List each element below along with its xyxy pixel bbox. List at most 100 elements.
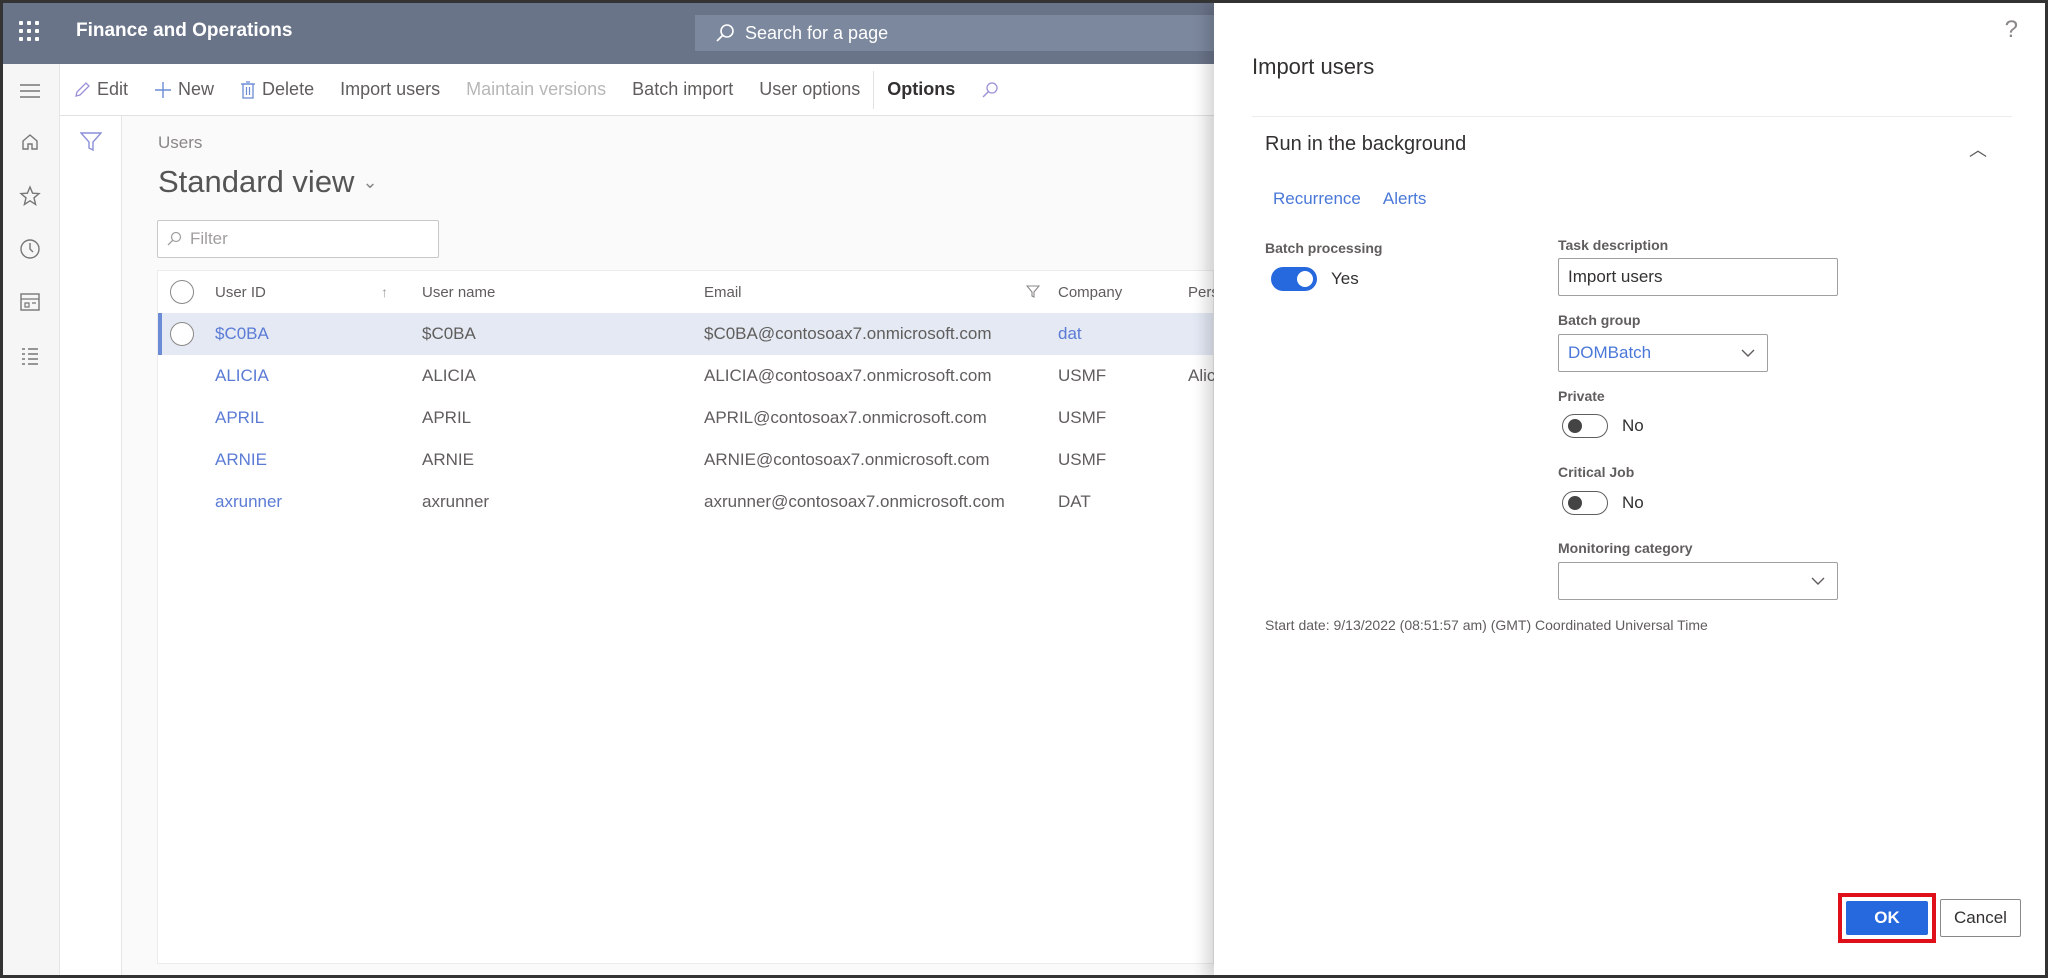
app-launcher-icon[interactable]: [16, 18, 42, 44]
new-label: New: [178, 79, 215, 99]
grid-header-row: User ID ↑ User name Email Company Pers: [158, 271, 1219, 313]
batch-processing-toggle[interactable]: [1271, 267, 1317, 291]
edit-label: Edit: [97, 79, 129, 99]
batch-group-select[interactable]: DOMBatch: [1558, 334, 1768, 372]
critical-job-toggle[interactable]: [1562, 491, 1608, 515]
users-grid: User ID ↑ User name Email Company Pers $…: [157, 270, 1219, 964]
import-users-button[interactable]: Import users: [327, 64, 453, 115]
workspace-icon[interactable]: [18, 290, 42, 314]
task-description-label: Task description: [1558, 237, 1669, 253]
navigation-pane: [0, 64, 60, 978]
filter-pane: [60, 116, 122, 978]
chevron-up-icon[interactable]: ︿: [1969, 136, 1987, 162]
section-tabs: Recurrence Alerts: [1273, 189, 1426, 209]
options-tab[interactable]: Options: [874, 64, 968, 115]
column-header-email[interactable]: Email: [704, 271, 1004, 313]
row-select-radio[interactable]: [170, 313, 196, 355]
app-title: Finance and Operations: [76, 20, 293, 41]
critical-job-field: No: [1562, 491, 1644, 515]
hamburger-icon[interactable]: [18, 79, 42, 103]
breadcrumb: Users: [158, 133, 203, 152]
section-divider: [1252, 116, 2012, 117]
private-field: No: [1562, 414, 1644, 438]
user-name-cell: ARNIE: [422, 450, 474, 469]
home-icon[interactable]: [18, 130, 42, 154]
batch-import-button[interactable]: Batch import: [619, 64, 746, 115]
ok-button[interactable]: OK: [1846, 901, 1928, 935]
users-page: Users Standard view ⌄ Filter User ID ↑ U…: [122, 116, 1219, 978]
batch-group-value: DOMBatch: [1568, 343, 1652, 362]
private-toggle[interactable]: [1562, 414, 1608, 438]
company-cell: USMF: [1058, 366, 1107, 385]
email-cell: APRIL@contosoax7.onmicrosoft.com: [704, 408, 987, 427]
table-row[interactable]: ARNIE ARNIE ARNIE@contosoax7.onmicrosoft…: [158, 439, 1213, 481]
table-row[interactable]: axrunner axrunner axrunner@contosoax7.on…: [158, 481, 1213, 523]
batch-processing-field: Yes: [1271, 267, 1359, 291]
cancel-button[interactable]: Cancel: [1940, 899, 2021, 937]
dialog-title: Import users: [1252, 54, 1375, 79]
search-placeholder: Search for a page: [745, 22, 889, 43]
user-id-link[interactable]: $C0BA: [215, 313, 385, 355]
critical-job-label: Critical Job: [1558, 464, 1635, 480]
chevron-down-icon: ⌄: [362, 171, 378, 192]
search-icon: [716, 24, 734, 42]
company-cell: USMF: [1058, 408, 1107, 427]
clock-icon[interactable]: [18, 237, 42, 261]
recurrence-link[interactable]: Recurrence: [1273, 189, 1361, 209]
table-row[interactable]: APRIL APRIL APRIL@contosoax7.onmicrosoft…: [158, 397, 1213, 439]
user-name-cell: axrunner: [422, 492, 490, 511]
pencil-icon: [75, 81, 90, 97]
search-icon: [167, 231, 182, 246]
filter-placeholder: Filter: [190, 229, 228, 248]
chevron-down-icon: [1741, 349, 1755, 357]
user-id-link[interactable]: ARNIE: [215, 439, 385, 481]
task-description-input[interactable]: Import users: [1558, 258, 1838, 296]
company-cell: USMF: [1058, 450, 1107, 469]
company-cell: DAT: [1058, 492, 1091, 511]
table-row[interactable]: ALICIA ALICIA ALICIA@contosoax7.onmicros…: [158, 355, 1215, 397]
user-id-link[interactable]: axrunner: [215, 481, 385, 523]
maintain-versions-button[interactable]: Maintain versions: [453, 64, 619, 115]
help-icon[interactable]: ?: [2005, 16, 2018, 44]
email-cell: $C0BA@contosoax7.onmicrosoft.com: [704, 324, 992, 343]
private-value: No: [1622, 416, 1644, 435]
user-name-cell: APRIL: [422, 408, 472, 427]
user-options-button[interactable]: User options: [746, 64, 873, 115]
table-row[interactable]: $C0BA $C0BA $C0BA@contosoax7.onmicrosoft…: [158, 313, 1213, 355]
batch-processing-value: Yes: [1331, 269, 1359, 288]
company-cell: dat: [1058, 324, 1082, 343]
new-button[interactable]: New: [141, 64, 227, 115]
user-id-link[interactable]: APRIL: [215, 397, 385, 439]
star-icon[interactable]: [18, 184, 42, 208]
user-name-cell: ALICIA: [422, 366, 476, 385]
filter-icon[interactable]: [79, 132, 103, 157]
delete-button[interactable]: Delete: [227, 64, 327, 115]
page-search-input[interactable]: Search for a page: [695, 15, 1235, 51]
edit-button[interactable]: Edit: [60, 64, 141, 115]
monitoring-category-select[interactable]: [1558, 562, 1838, 600]
private-label: Private: [1558, 388, 1605, 404]
import-users-dialog: ? Import users Run in the background ︿ R…: [1214, 0, 2048, 978]
monitoring-category-label: Monitoring category: [1558, 540, 1693, 556]
toolbar-search-button[interactable]: [968, 64, 1018, 115]
list-icon[interactable]: [18, 344, 42, 368]
alerts-link[interactable]: Alerts: [1383, 189, 1426, 209]
column-header-company[interactable]: Company: [1058, 271, 1168, 313]
column-header-user-name[interactable]: User name: [422, 271, 682, 313]
plus-icon: [155, 81, 172, 98]
column-header-user-id[interactable]: User ID: [215, 271, 385, 313]
sort-ascending-icon: ↑: [381, 284, 388, 300]
select-all-checkbox[interactable]: [170, 271, 196, 313]
email-cell: ARNIE@contosoax7.onmicrosoft.com: [704, 450, 990, 469]
view-selector[interactable]: Standard view ⌄: [158, 164, 378, 200]
critical-job-value: No: [1622, 493, 1644, 512]
view-name: Standard view: [158, 164, 355, 199]
grid-filter-input[interactable]: Filter: [157, 220, 439, 258]
user-id-link[interactable]: ALICIA: [215, 355, 385, 397]
action-pane: Edit New Delete Import users Maintain ve…: [60, 64, 1214, 116]
start-date-text: Start date: 9/13/2022 (08:51:57 am) (GMT…: [1265, 617, 1708, 633]
email-cell: ALICIA@contosoax7.onmicrosoft.com: [704, 366, 992, 385]
column-filter-icon[interactable]: [1026, 271, 1046, 313]
email-cell: axrunner@contosoax7.onmicrosoft.com: [704, 492, 1004, 511]
section-header-run-in-background[interactable]: Run in the background: [1265, 133, 1466, 156]
